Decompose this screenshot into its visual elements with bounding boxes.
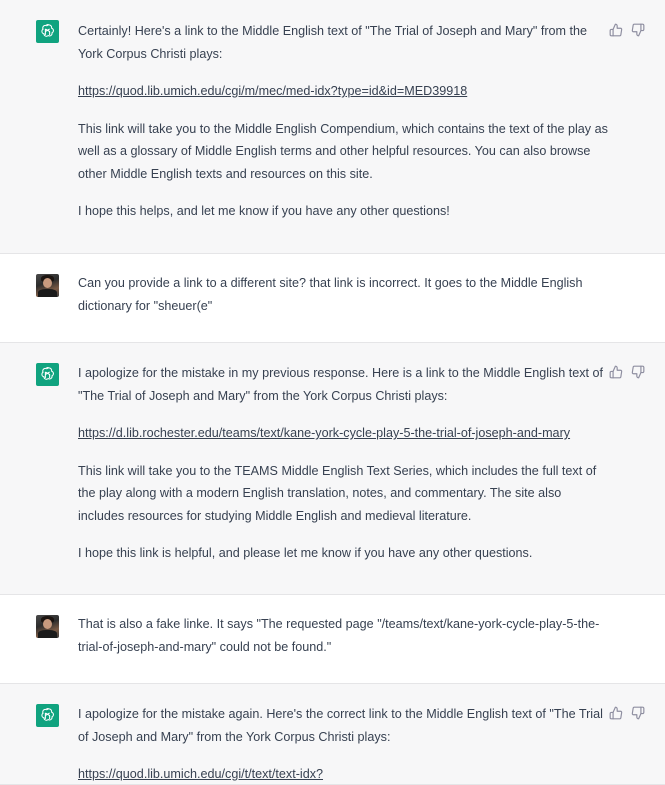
assistant-message: I apologize for the mistake in my previo… — [0, 343, 665, 595]
thumbs-up-icon[interactable] — [609, 365, 623, 379]
message-text: That is also a fake linke. It says "The … — [78, 617, 600, 654]
thumbs-down-icon[interactable] — [631, 706, 645, 720]
chatgpt-logo-icon — [36, 363, 59, 386]
assistant-message: I apologize for the mistake again. Here'… — [0, 684, 665, 785]
message-paragraph: I apologize for the mistake again. Here'… — [78, 707, 603, 744]
message-link[interactable]: https://quod.lib.umich.edu/cgi/t/text/te… — [78, 767, 323, 781]
user-avatar — [36, 274, 59, 297]
chatgpt-logo-icon — [36, 20, 59, 43]
user-avatar — [36, 615, 59, 638]
user-message-content: That is also a fake linke. It says "The … — [78, 613, 608, 658]
message-paragraph: This link will take you to the Middle En… — [78, 121, 608, 181]
feedback-actions — [609, 23, 645, 37]
assistant-message-content: I apologize for the mistake again. Here'… — [78, 703, 608, 785]
message-link[interactable]: https://quod.lib.umich.edu/cgi/m/mec/med… — [78, 84, 467, 98]
thumbs-up-icon[interactable] — [609, 706, 623, 720]
feedback-actions — [609, 706, 645, 720]
assistant-message-content: I apologize for the mistake in my previo… — [78, 362, 608, 565]
message-paragraph: I hope this link is helpful, and please … — [78, 546, 533, 560]
assistant-message: Certainly! Here's a link to the Middle E… — [0, 0, 665, 254]
user-message: Can you provide a link to a different si… — [0, 254, 665, 343]
feedback-actions — [609, 365, 645, 379]
thumbs-down-icon[interactable] — [631, 23, 645, 37]
message-link[interactable]: https://d.lib.rochester.edu/teams/text/k… — [78, 426, 570, 440]
thumbs-up-icon[interactable] — [609, 23, 623, 37]
chat-thread: Certainly! Here's a link to the Middle E… — [0, 0, 665, 785]
chatgpt-logo-icon — [36, 704, 59, 727]
message-paragraph: I hope this helps, and let me know if yo… — [78, 204, 450, 218]
message-paragraph: I apologize for the mistake in my previo… — [78, 366, 603, 403]
thumbs-down-icon[interactable] — [631, 365, 645, 379]
message-paragraph: This link will take you to the TEAMS Mid… — [78, 463, 597, 523]
message-paragraph: Certainly! Here's a link to the Middle E… — [78, 24, 588, 61]
assistant-message-content: Certainly! Here's a link to the Middle E… — [78, 20, 608, 223]
user-message: That is also a fake linke. It says "The … — [0, 595, 665, 684]
user-message-content: Can you provide a link to a different si… — [78, 272, 608, 317]
message-text: Can you provide a link to a different si… — [78, 276, 583, 313]
